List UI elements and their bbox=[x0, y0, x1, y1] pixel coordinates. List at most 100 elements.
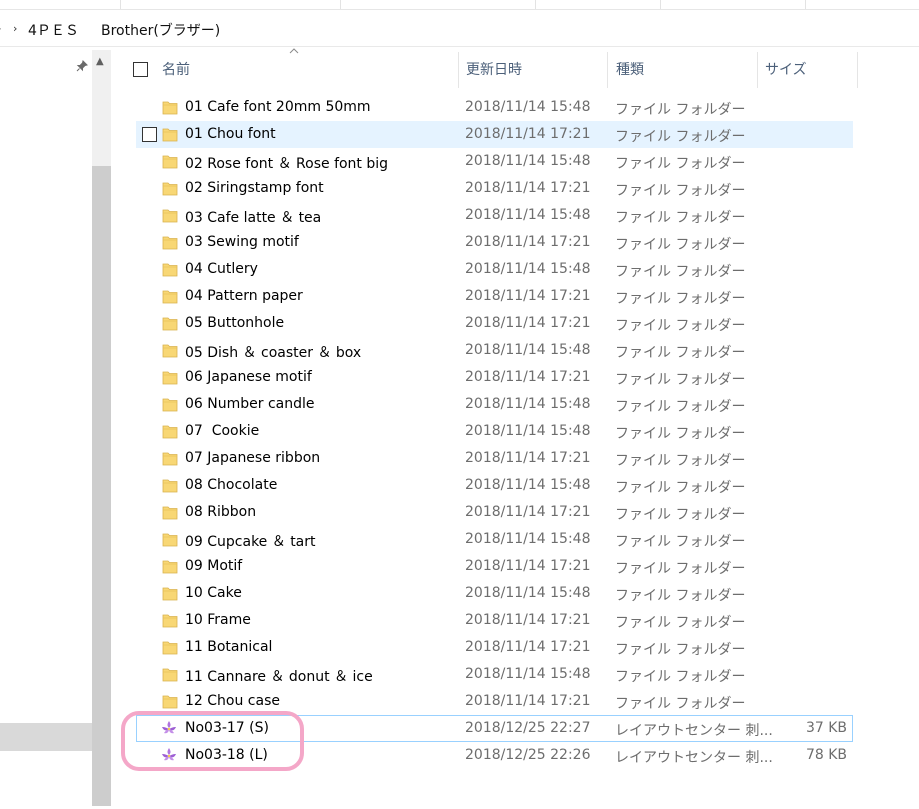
column-header-modified[interactable]: 更新日時 bbox=[466, 52, 522, 88]
file-name: 03 Cafe latte ＆ tea bbox=[185, 210, 322, 226]
scrollbar-thumb[interactable] bbox=[92, 166, 111, 806]
file-row[interactable]: 04 Pattern paper 2018/11/14 17:21 ファイル フォル… bbox=[136, 283, 853, 310]
column-header-row: 名前 更新日時 種類 サイズ bbox=[120, 48, 919, 88]
file-row[interactable]: 01 Cafe font 20mm 50mm 2018/11/14 15:48 ファ… bbox=[136, 94, 853, 121]
file-row[interactable]: 07 Cookie 2018/11/14 15:48 ファイル フォルダー bbox=[136, 418, 853, 445]
ribbon-group[interactable] bbox=[660, 0, 806, 9]
file-type: ファイル フォルダー bbox=[615, 696, 746, 712]
row-checkbox[interactable] bbox=[142, 127, 157, 142]
nav-scrollbar[interactable]: ▲ bbox=[92, 50, 111, 806]
navigation-pane[interactable] bbox=[0, 47, 92, 809]
file-row[interactable]: 09 Cupcake ＆ tart 2018/11/14 15:48 ファイル フォ… bbox=[136, 526, 853, 553]
file-type: ファイル フォルダー bbox=[615, 588, 746, 604]
file-row[interactable]: 04 Cutlery 2018/11/14 15:48 ファイル フォルダー bbox=[136, 256, 853, 283]
file-modified: 2018/11/14 15:48 bbox=[465, 666, 591, 682]
nav-selected-item[interactable] bbox=[0, 723, 92, 751]
file-row[interactable]: 11 Botanical 2018/11/14 17:21 ファイル フォルダー bbox=[136, 634, 853, 661]
file-row[interactable]: 10 Cake 2018/11/14 15:48 ファイル フォルダー bbox=[136, 580, 853, 607]
file-type: ファイル フォルダー bbox=[615, 318, 746, 334]
file-row[interactable]: 08 Chocolate 2018/11/14 15:48 ファイル フォルダー bbox=[136, 472, 853, 499]
file-row[interactable]: 03 Cafe latte ＆ tea 2018/11/14 15:48 ファイル … bbox=[136, 202, 853, 229]
ribbon-group[interactable] bbox=[535, 0, 661, 9]
file-modified: 2018/11/14 15:48 bbox=[465, 396, 591, 412]
folder-icon bbox=[162, 235, 178, 250]
folder-icon bbox=[162, 478, 178, 493]
folder-icon bbox=[162, 343, 178, 358]
folder-icon bbox=[162, 640, 178, 655]
file-row[interactable]: No03-17 (S) 2018/12/25 22:27 レイアウトセンター 刺..… bbox=[136, 715, 853, 742]
file-row[interactable]: 06 Number candle 2018/11/14 15:48 ファイル フォル… bbox=[136, 391, 853, 418]
file-type: レイアウトセンター 刺... bbox=[615, 750, 773, 766]
file-row[interactable]: 03 Sewing motif 2018/11/14 17:21 ファイル フォルダ… bbox=[136, 229, 853, 256]
address-bar[interactable]: › › 4ＰＥＳ Brother(ブラザー) bbox=[0, 12, 919, 47]
column-header-size[interactable]: サイズ bbox=[765, 52, 807, 88]
file-size: 78 KB bbox=[805, 747, 847, 763]
file-name: 12 Chou case bbox=[185, 693, 280, 709]
file-row[interactable]: 07 Japanese ribbon 2018/11/14 17:21 ファイル フ… bbox=[136, 445, 853, 472]
file-modified: 2018/11/14 17:21 bbox=[465, 693, 591, 709]
file-type: ファイル フォルダー bbox=[615, 264, 746, 280]
file-row[interactable]: 09 Motif 2018/11/14 17:21 ファイル フォルダー bbox=[136, 553, 853, 580]
file-name: 05 Dish ＆ coaster ＆ box bbox=[185, 345, 362, 361]
folder-icon bbox=[162, 181, 178, 196]
file-type: ファイル フォルダー bbox=[615, 642, 746, 658]
file-modified: 2018/11/14 15:48 bbox=[465, 153, 591, 169]
scroll-up-icon[interactable]: ▲ bbox=[96, 56, 104, 67]
chevron-right-icon[interactable]: › bbox=[0, 22, 1, 35]
file-name: 02 Siringstamp font bbox=[185, 180, 324, 196]
file-row[interactable]: 12 Chou case 2018/11/14 17:21 ファイル フォルダー bbox=[136, 688, 853, 715]
column-header-name[interactable]: 名前 bbox=[162, 52, 190, 88]
column-divider[interactable] bbox=[757, 52, 758, 88]
file-modified: 2018/11/14 15:48 bbox=[465, 99, 591, 115]
file-modified: 2018/11/14 17:21 bbox=[465, 126, 591, 142]
file-name: 04 Pattern paper bbox=[185, 288, 303, 304]
folder-icon bbox=[162, 127, 178, 142]
file-type: ファイル フォルダー bbox=[615, 237, 746, 253]
chevron-right-icon[interactable]: › bbox=[13, 22, 17, 35]
file-modified: 2018/11/14 17:21 bbox=[465, 315, 591, 331]
folder-icon bbox=[162, 559, 178, 574]
file-type: ファイル フォルダー bbox=[615, 426, 746, 442]
folder-icon bbox=[162, 397, 178, 412]
column-divider[interactable] bbox=[607, 52, 608, 88]
ribbon-group[interactable] bbox=[0, 0, 121, 9]
pin-icon[interactable] bbox=[76, 60, 88, 75]
column-header-type[interactable]: 種類 bbox=[616, 52, 644, 88]
file-row[interactable]: 08 Ribbon 2018/11/14 17:21 ファイル フォルダー bbox=[136, 499, 853, 526]
file-name: 03 Sewing motif bbox=[185, 234, 299, 250]
breadcrumb-segment[interactable]: Brother(ブラザー) bbox=[101, 20, 220, 40]
file-row[interactable]: 06 Japanese motif 2018/11/14 17:21 ファイル フォ… bbox=[136, 364, 853, 391]
file-type: ファイル フォルダー bbox=[615, 534, 746, 550]
file-row[interactable]: 10 Frame 2018/11/14 17:21 ファイル フォルダー bbox=[136, 607, 853, 634]
file-name: 07 Japanese ribbon bbox=[185, 450, 321, 466]
file-row[interactable]: 05 Dish ＆ coaster ＆ box 2018/11/14 15:48 フ… bbox=[136, 337, 853, 364]
file-row[interactable]: 01 Chou font 2018/11/14 17:21 ファイル フォルダー bbox=[136, 121, 853, 148]
breadcrumb-segment[interactable]: 4ＰＥＳ bbox=[28, 20, 79, 40]
file-modified: 2018/11/14 15:48 bbox=[465, 423, 591, 439]
file-size: 37 KB bbox=[805, 720, 847, 736]
column-divider[interactable] bbox=[458, 52, 459, 88]
select-all-checkbox[interactable] bbox=[133, 62, 148, 77]
file-modified: 2018/11/14 17:21 bbox=[465, 180, 591, 196]
file-type: ファイル フォルダー bbox=[615, 183, 746, 199]
file-type: ファイル フォルダー bbox=[615, 615, 746, 631]
file-type: ファイル フォルダー bbox=[615, 372, 746, 388]
folder-icon bbox=[162, 586, 178, 601]
file-row[interactable]: 11 Cannare ＆ donut ＆ ice 2018/11/14 15:48… bbox=[136, 661, 853, 688]
file-type: ファイル フォルダー bbox=[615, 453, 746, 469]
file-row[interactable]: 05 Buttonhole 2018/11/14 17:21 ファイル フォルダー bbox=[136, 310, 853, 337]
file-row[interactable]: 02 Siringstamp font 2018/11/14 17:21 ファイル … bbox=[136, 175, 853, 202]
ribbon-group[interactable] bbox=[340, 0, 536, 9]
folder-icon bbox=[162, 154, 178, 169]
folder-icon bbox=[162, 100, 178, 115]
file-name: 09 Motif bbox=[185, 558, 243, 574]
file-row[interactable]: No03-18 (L) 2018/12/25 22:26 レイアウトセンター 刺..… bbox=[136, 742, 853, 769]
column-divider[interactable] bbox=[857, 52, 858, 88]
file-name: 08 Chocolate bbox=[185, 477, 278, 493]
file-row[interactable]: 02 Rose font ＆ Rose font big 2018/11/14 1… bbox=[136, 148, 853, 175]
file-type: ファイル フォルダー bbox=[615, 129, 746, 145]
ribbon-group[interactable] bbox=[120, 0, 341, 9]
file-name: 06 Japanese motif bbox=[185, 369, 312, 385]
file-name: 10 Cake bbox=[185, 585, 242, 601]
file-list: 01 Cafe font 20mm 50mm 2018/11/14 15:48 ファ… bbox=[136, 94, 853, 769]
